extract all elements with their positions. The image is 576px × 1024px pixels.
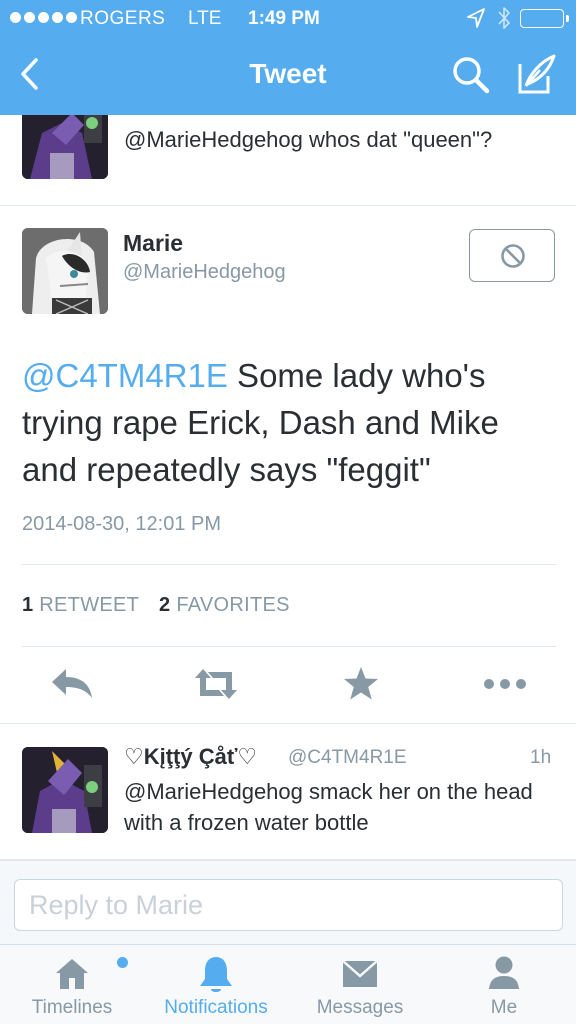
status-time: 1:49 PM <box>248 8 320 29</box>
reply-arrow-icon <box>52 669 92 698</box>
bluetooth-icon <box>498 7 510 29</box>
signal-strength-icon <box>10 12 77 23</box>
avatar-image <box>22 115 108 179</box>
tab-label: Timelines <box>31 997 113 1018</box>
envelope-icon <box>342 960 378 987</box>
retweet-icon <box>195 669 237 699</box>
truncated-author-line: · ᶝᵌᵌᵍ· ᵌ· ᵔ <box>124 115 210 121</box>
search-button[interactable] <box>450 54 492 96</box>
previous-tweet[interactable]: · ᶝᵌᵌᵍ· ᵌ· ᵔ @MarieHedgehog whos dat "qu… <box>0 115 576 206</box>
reply-input[interactable] <box>14 879 563 931</box>
tab-me[interactable]: Me <box>464 945 544 1024</box>
favorite-count: 2 <box>159 594 171 616</box>
header: ROGERS LTE 1:49 PM Tweet <box>0 0 576 115</box>
block-icon <box>501 244 525 268</box>
star-icon <box>344 667 378 700</box>
tab-bar: Timelines Notifications Messages Me <box>0 944 576 1024</box>
divider <box>22 646 556 647</box>
tweet-stats: 1 RETWEET 2 FAVORITES <box>22 594 290 617</box>
location-icon <box>467 8 485 28</box>
more-dots-icon <box>484 679 526 689</box>
tweet-age: 1h <box>530 747 552 768</box>
battery-icon <box>520 9 569 28</box>
tweet-timestamp: 2014-08-30, 12:01 PM <box>22 513 222 535</box>
bell-icon <box>200 957 232 992</box>
reply-composer <box>0 860 576 944</box>
favorite-button[interactable] <box>336 664 386 704</box>
retweet-label[interactable]: RETWEET <box>39 594 139 616</box>
tab-label: Notifications <box>164 997 268 1018</box>
more-options-button[interactable] <box>480 664 530 704</box>
compose-quill-icon <box>518 54 556 94</box>
compose-tweet-button[interactable] <box>514 52 560 98</box>
author-handle[interactable]: @MarieHedgehog <box>123 261 286 284</box>
tab-timelines[interactable]: Timelines <box>20 945 128 1024</box>
tab-label: Messages <box>316 997 404 1018</box>
tab-messages[interactable]: Messages <box>306 945 414 1024</box>
carrier-name: ROGERS <box>80 8 166 29</box>
tab-label: Me <box>490 997 518 1018</box>
author-name[interactable]: ♡Kįţţý Çåť♡ <box>124 744 257 770</box>
favorites-label[interactable]: FAVORITES <box>176 594 289 616</box>
tweet-text: @MarieHedgehog smack her on the head wit… <box>124 779 533 835</box>
divider <box>22 564 556 565</box>
home-icon <box>56 959 88 989</box>
avatar-image <box>22 747 108 833</box>
avatar-image <box>22 228 108 314</box>
reply-tweet[interactable]: ♡Kįţţý Çåť♡ @C4TM4R1E 1h @MarieHedgehog … <box>0 724 576 860</box>
retweet-count: 1 <box>22 594 34 616</box>
block-button[interactable] <box>469 229 555 282</box>
avatar[interactable] <box>22 747 108 833</box>
status-bar: ROGERS LTE 1:49 PM <box>0 0 576 38</box>
main-tweet: Marie @MarieHedgehog @C4TM4R1E Some lady… <box>0 206 576 724</box>
nav-bar: Tweet <box>0 38 576 115</box>
avatar[interactable] <box>22 228 108 314</box>
avatar[interactable] <box>22 115 108 179</box>
author-name[interactable]: Marie <box>123 230 183 257</box>
reply-button[interactable] <box>48 664 98 704</box>
tweet-text: @C4TM4R1E Some lady who's trying rape Er… <box>22 352 562 493</box>
tweet-text: @MarieHedgehog whos dat "queen"? <box>124 127 493 152</box>
person-icon <box>489 956 519 989</box>
search-icon <box>453 57 490 94</box>
mention-link[interactable]: @C4TM4R1E <box>22 357 228 394</box>
retweet-button[interactable] <box>191 664 241 704</box>
unread-indicator <box>117 957 128 968</box>
author-handle[interactable]: @C4TM4R1E <box>288 747 407 769</box>
network-type: LTE <box>188 8 222 29</box>
tab-notifications[interactable]: Notifications <box>150 945 282 1024</box>
